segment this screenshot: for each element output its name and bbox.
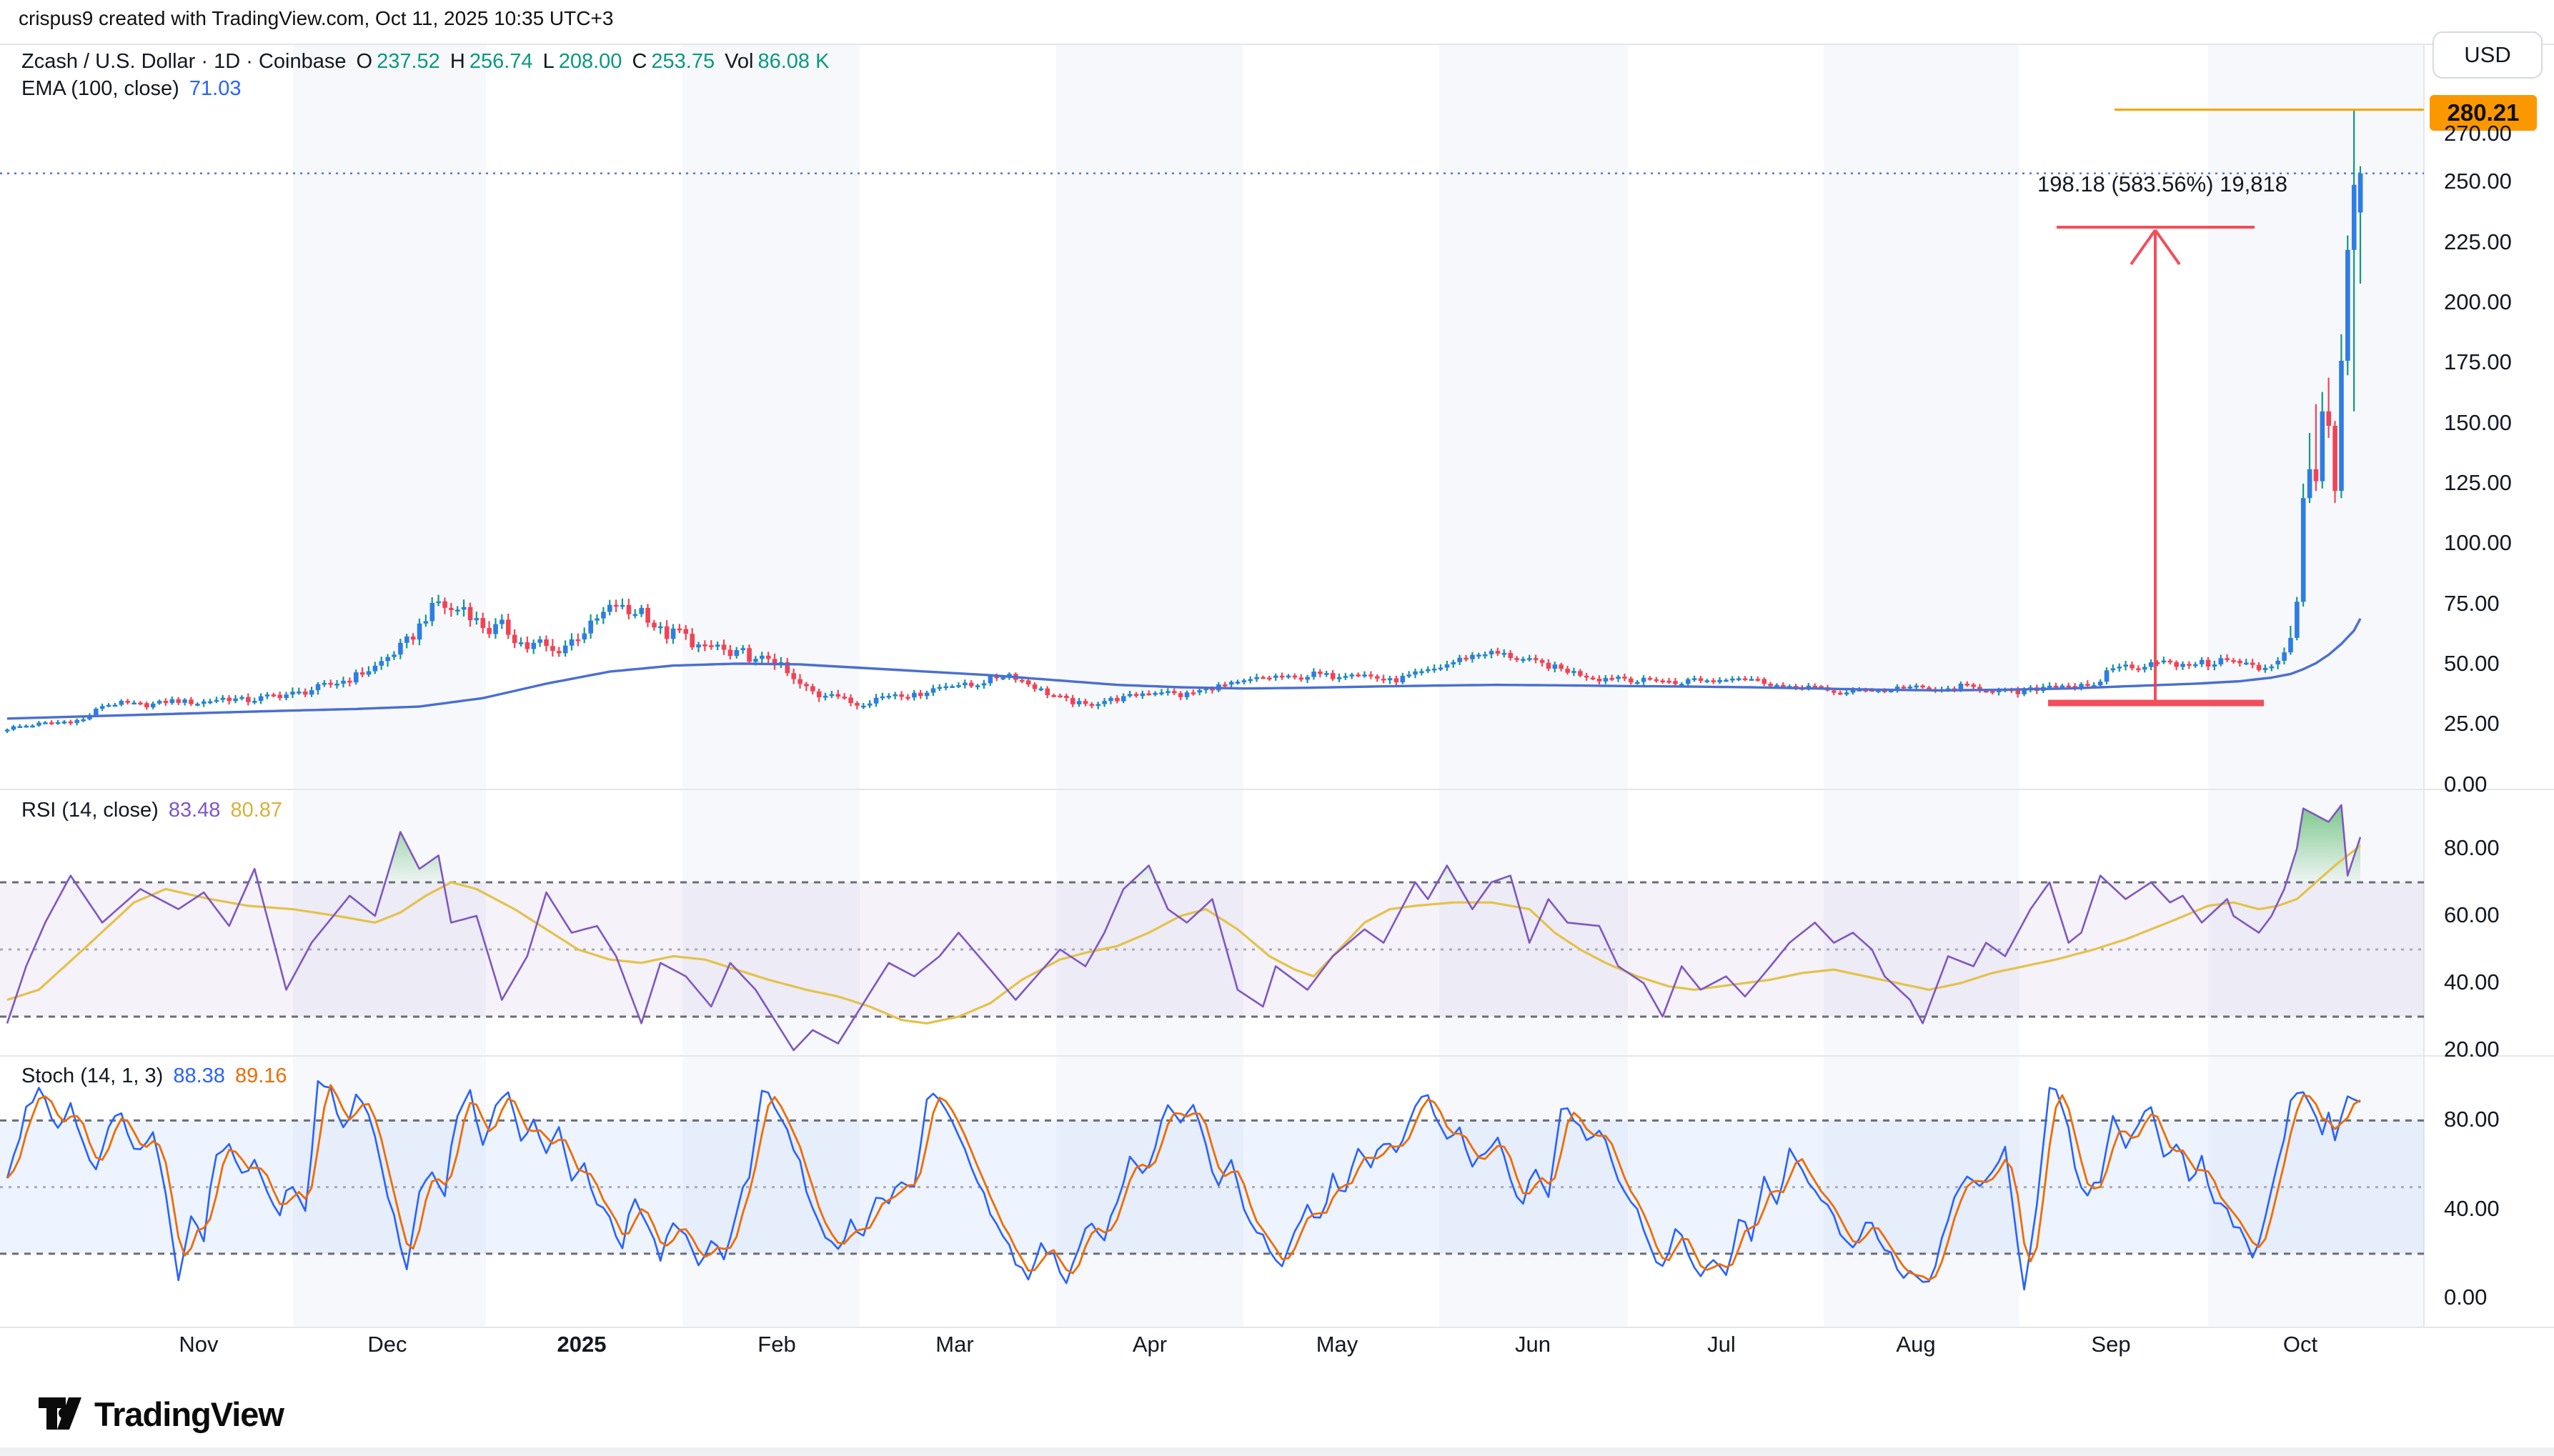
legend-segment: 86.08 K — [757, 50, 829, 73]
measure-annotation-label: 198.18 (583.56%) 19,818 — [1969, 171, 2355, 197]
price-tick-label: 0.00 — [2444, 772, 2487, 797]
rsi-tick-label: 20.00 — [2444, 1037, 2500, 1062]
tradingview-chart-snapshot: crispus9 created with TradingView.com, O… — [0, 0, 2554, 1456]
rsi-tick-label: 40.00 — [2444, 969, 2500, 995]
legend-segment: Zcash / U.S. Dollar · 1D · Coinbase — [21, 50, 346, 73]
legend-segment: 83.48 — [163, 799, 221, 822]
time-tick-label: May — [1287, 1332, 1387, 1357]
legend-segment: RSI (14, close) — [21, 799, 159, 822]
tradingview-wordmark: TradingView — [94, 1395, 284, 1434]
time-tick-label: Apr — [1100, 1332, 1200, 1357]
rsi-tick-label: 80.00 — [2444, 835, 2500, 861]
time-tick-label: Feb — [727, 1332, 827, 1357]
legend-segment: 253.75 — [651, 50, 715, 73]
rsi-tick-label: 60.00 — [2444, 902, 2500, 928]
stoch-legend[interactable]: Stoch (14, 1, 3) 88.38 89.16 — [21, 1064, 292, 1088]
price-tick-label: 100.00 — [2444, 530, 2512, 556]
price-tick-label: 175.00 — [2444, 349, 2512, 375]
time-tick-label: Aug — [1866, 1332, 1966, 1357]
ema-legend[interactable]: EMA (100, close) 71.03 — [21, 77, 245, 101]
legend-segment: H — [444, 50, 465, 73]
price-tick-label: 25.00 — [2444, 711, 2500, 737]
legend-segment: O — [350, 50, 372, 73]
stoch-tick-label: 40.00 — [2444, 1196, 2500, 1222]
bottom-strip — [0, 1447, 2554, 1456]
time-tick-label: Sep — [2061, 1332, 2161, 1357]
price-tick-label: 125.00 — [2444, 470, 2512, 496]
legend-segment: 237.52 — [377, 50, 440, 73]
stoch-tick-label: 80.00 — [2444, 1107, 2500, 1132]
legend-segment: EMA (100, close) — [21, 77, 179, 100]
price-tick-label: 50.00 — [2444, 651, 2500, 677]
legend-segment: 88.38 — [167, 1064, 225, 1087]
time-tick-label: Mar — [905, 1332, 1005, 1357]
chart-canvas[interactable] — [0, 0, 2554, 1456]
time-tick-label: 2025 — [532, 1332, 632, 1357]
legend-segment: C — [626, 50, 647, 73]
legend-segment: Stoch (14, 1, 3) — [21, 1064, 163, 1087]
legend-segment: 71.03 — [184, 77, 242, 100]
time-tick-label: Dec — [337, 1332, 437, 1357]
price-tick-label: 270.00 — [2444, 121, 2512, 146]
stoch-tick-label: 0.00 — [2444, 1285, 2487, 1310]
tradingview-logo-icon — [37, 1390, 84, 1437]
legend-segment: 256.74 — [469, 50, 533, 73]
time-tick-label: Oct — [2250, 1332, 2350, 1357]
legend-segment: Vol — [719, 50, 753, 73]
price-tick-label: 250.00 — [2444, 169, 2512, 194]
time-tick-label: Nov — [149, 1332, 249, 1357]
price-tick-label: 150.00 — [2444, 410, 2512, 436]
legend-segment: 208.00 — [559, 50, 622, 73]
currency-toggle-button[interactable]: USD — [2433, 31, 2543, 79]
legend-segment: L — [537, 50, 555, 73]
tradingview-logo[interactable]: TradingView — [37, 1390, 284, 1437]
rsi-legend[interactable]: RSI (14, close) 83.48 80.87 — [21, 799, 287, 822]
legend-segment: 89.16 — [229, 1064, 287, 1087]
time-tick-label: Jul — [1671, 1332, 1772, 1357]
price-tick-label: 225.00 — [2444, 229, 2512, 255]
price-tick-label: 200.00 — [2444, 289, 2512, 315]
symbol-legend[interactable]: Zcash / U.S. Dollar · 1D · Coinbase O237… — [21, 50, 833, 74]
legend-segment: 80.87 — [224, 799, 282, 822]
price-tick-label: 75.00 — [2444, 591, 2500, 617]
time-tick-label: Jun — [1483, 1332, 1583, 1357]
